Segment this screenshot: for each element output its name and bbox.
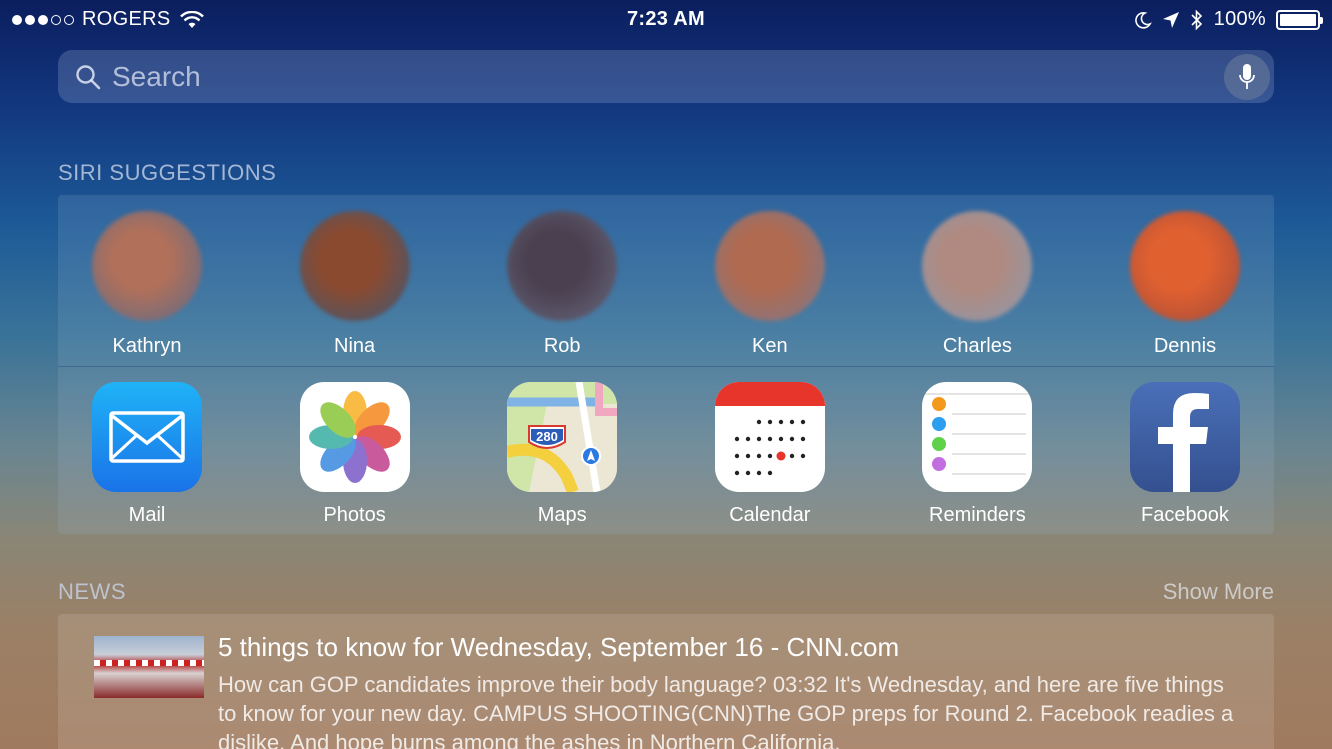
battery-icon (1276, 9, 1323, 30)
maps-route-badge: 280 (536, 429, 558, 444)
contact-item[interactable]: Rob (507, 211, 618, 358)
moon-icon (1134, 11, 1152, 29)
photos-icon (299, 382, 410, 492)
search-icon (76, 64, 101, 89)
divider (58, 366, 1274, 367)
app-label: Photos (323, 504, 386, 526)
contact-item[interactable]: Ken (714, 211, 825, 358)
show-more-link[interactable]: Show More (1163, 579, 1274, 605)
news-headline: 5 things to know for Wednesday, Septembe… (218, 632, 900, 662)
bluetooth-icon (1191, 9, 1202, 30)
app-label: Maps (537, 504, 587, 526)
app-label: Calendar (729, 504, 811, 526)
facebook-icon (1129, 382, 1240, 492)
siri-suggestions-title: SIRI SUGGESTIONS (58, 160, 277, 185)
app-label: Facebook (1141, 504, 1229, 526)
news-summary: How can GOP candidates improve their bod… (218, 672, 1234, 749)
status-right: 100% (1134, 8, 1323, 31)
contact-item[interactable]: Dennis (1129, 211, 1240, 358)
contacts-row: Kathryn Nina Rob Ken Charles Dennis (58, 211, 1274, 358)
app-photos[interactable]: Photos (299, 382, 410, 527)
calendar-icon (714, 382, 825, 492)
clock: 7:23 AM (626, 8, 706, 30)
avatar (507, 211, 618, 321)
avatar (299, 211, 410, 321)
contact-name: Rob (543, 335, 581, 357)
mail-icon (92, 382, 202, 492)
avatar (92, 211, 202, 321)
app-label: Reminders (929, 504, 1026, 526)
search-input[interactable] (112, 60, 1224, 93)
contact-item[interactable]: Nina (299, 211, 410, 358)
contact-name: Kathryn (112, 335, 182, 357)
app-maps[interactable]: 280 Maps (507, 382, 618, 527)
app-calendar[interactable]: Calendar (714, 382, 825, 527)
app-facebook[interactable]: Facebook (1129, 382, 1240, 527)
contact-item[interactable]: Charles (922, 211, 1033, 358)
avatar (1129, 211, 1240, 321)
dictation-button[interactable] (1224, 53, 1270, 100)
contact-name: Dennis (1153, 335, 1217, 357)
avatar (922, 211, 1033, 321)
avatar (714, 211, 825, 321)
battery-percent: 100% (1213, 8, 1266, 30)
search-bar[interactable] (58, 50, 1274, 103)
contact-item[interactable]: Kathryn (92, 211, 202, 358)
maps-icon: 280 (507, 382, 618, 492)
news-thumbnail (94, 636, 204, 698)
reminders-icon (922, 382, 1033, 492)
apps-row: Mail Photos 280 Maps Calendar Reminders … (58, 382, 1274, 527)
contact-name: Nina (334, 335, 376, 357)
app-label: Mail (128, 504, 166, 526)
news-item[interactable]: 5 things to know for Wednesday, Septembe… (58, 614, 1274, 749)
status-bar: ROGERS 7:23 AM 100% (0, 0, 1332, 40)
app-mail[interactable]: Mail (92, 382, 202, 527)
app-reminders[interactable]: Reminders (922, 382, 1033, 527)
siri-suggestions-card: Kathryn Nina Rob Ken Charles Dennis Mail… (58, 195, 1274, 534)
microphone-icon (1239, 63, 1255, 89)
news-title: NEWS (58, 579, 126, 604)
location-arrow-icon (1162, 11, 1179, 28)
contact-name: Ken (751, 335, 788, 357)
contact-name: Charles (942, 335, 1012, 357)
